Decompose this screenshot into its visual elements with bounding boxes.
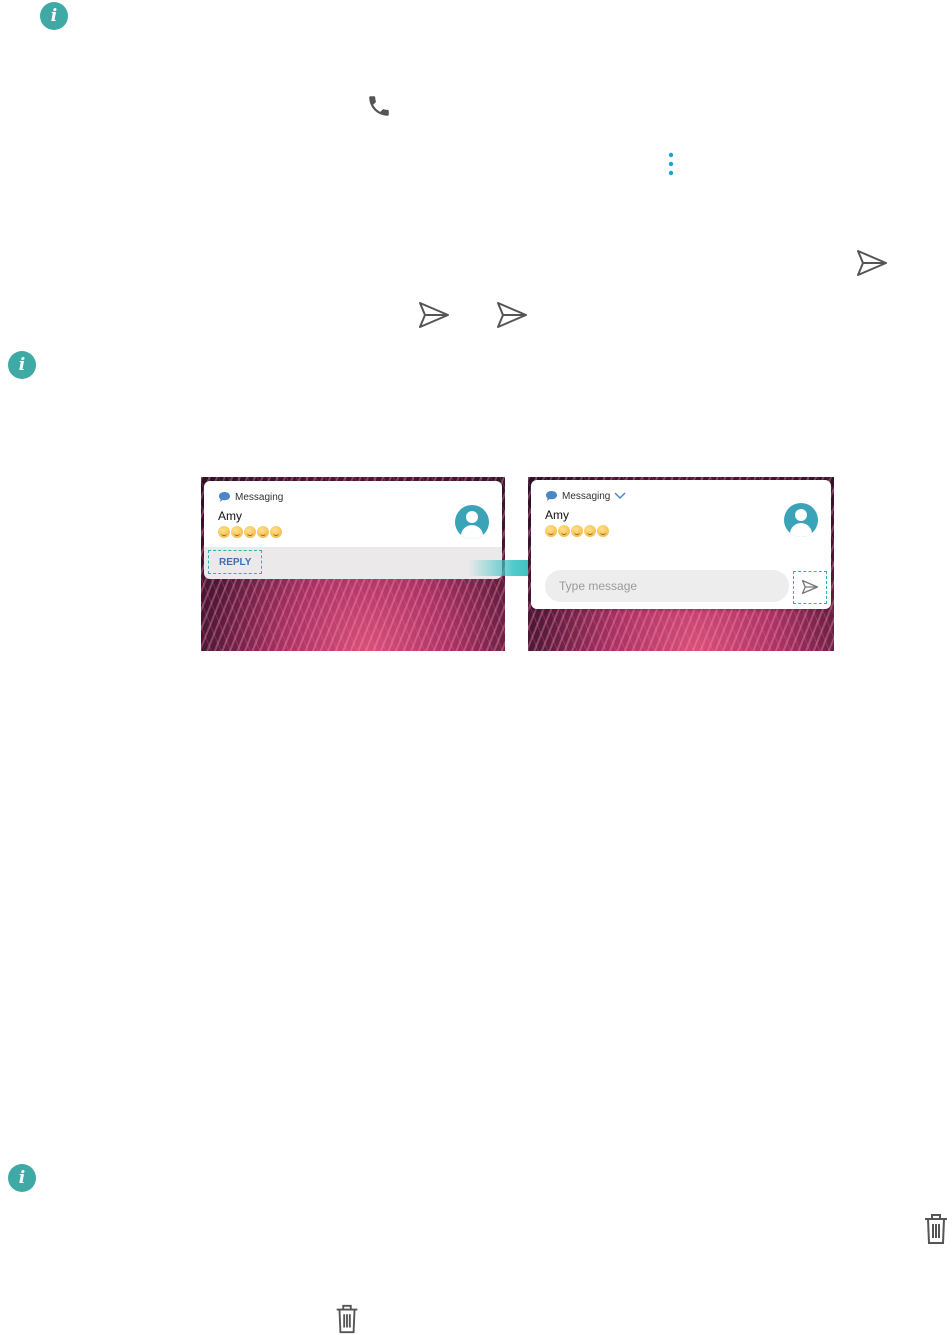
left-notification-panel: Messaging Amy REPLY [201,477,505,651]
send-icon[interactable] [417,300,451,330]
smile-emoji-icon [257,526,269,538]
smile-emoji-icon [545,525,557,537]
trash-icon[interactable] [332,1303,362,1335]
emoji-row [218,526,282,538]
smile-emoji-icon [270,526,282,538]
reply-button[interactable]: REPLY [219,557,251,568]
smile-emoji-icon [558,525,570,537]
chat-bubble-icon [546,491,557,501]
info-icon: i [8,1164,36,1192]
avatar-icon [455,505,489,539]
app-name: Messaging [562,490,611,502]
send-icon[interactable] [855,248,889,278]
send-icon[interactable] [800,579,820,595]
smile-emoji-icon [584,525,596,537]
sender-name: Amy [218,509,242,523]
smile-emoji-icon [218,526,230,538]
chevron-down-icon[interactable] [614,492,626,500]
action-bar: REPLY [204,547,502,579]
smile-emoji-icon [231,526,243,538]
app-name: Messaging [235,491,284,503]
message-input[interactable]: Type message [545,570,789,602]
phone-icon[interactable] [366,93,392,119]
message-input-placeholder: Type message [559,579,638,593]
notification-card: Messaging Amy [204,481,502,547]
send-icon[interactable] [495,300,529,330]
smile-emoji-icon [571,525,583,537]
sender-name: Amy [545,508,569,522]
avatar-icon [784,503,818,537]
smile-emoji-icon [597,525,609,537]
app-header: Messaging [545,490,626,502]
notification-card-expanded: Messaging Amy Type message [531,480,831,609]
trash-icon[interactable] [921,1212,951,1246]
app-header: Messaging [218,491,283,503]
info-icon: i [40,2,68,30]
right-notification-panel: Messaging Amy Type message [528,477,834,651]
smile-emoji-icon [244,526,256,538]
info-icon: i [8,351,36,379]
chat-bubble-icon [219,492,230,502]
emoji-row [545,525,609,537]
more-vert-icon[interactable] [664,151,678,177]
